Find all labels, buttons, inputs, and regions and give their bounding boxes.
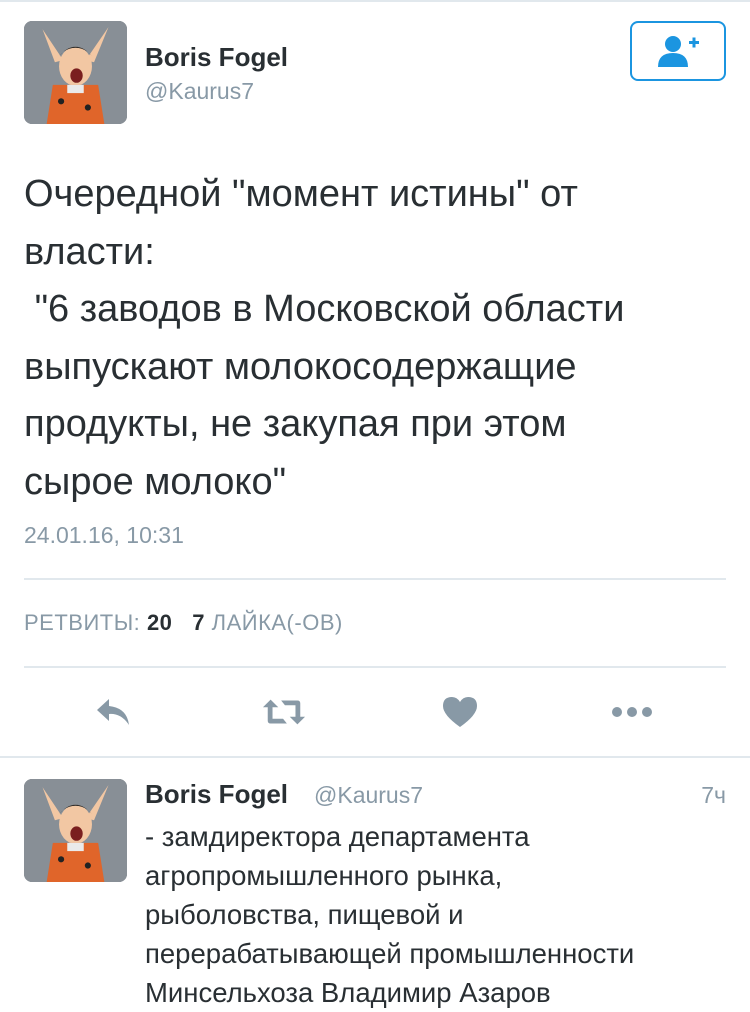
- tweet-stats: РЕТВИТЫ: 20 7 ЛАЙКА(-ОВ): [24, 610, 343, 636]
- heart-icon: [443, 697, 477, 727]
- retweet-button[interactable]: [262, 690, 306, 734]
- author-name[interactable]: Boris Fogel: [145, 42, 288, 73]
- more-button[interactable]: [610, 690, 654, 734]
- reply-author-handle[interactable]: @Kaurus7: [314, 782, 423, 809]
- likes-label[interactable]: ЛАЙКА(-ОВ): [212, 610, 343, 635]
- reply-author-avatar[interactable]: [24, 779, 127, 882]
- add-user-icon: [658, 36, 699, 67]
- tweet-timestamp: 24.01.16, 10:31: [24, 522, 184, 548]
- reply-icon: [97, 699, 129, 725]
- tweet-actions: [24, 690, 726, 734]
- retweets-count[interactable]: 20: [147, 610, 172, 635]
- avatar-image: [24, 779, 127, 882]
- reply-tweet[interactable]: Boris Fogel @Kaurus7 7ч - замдиректора д…: [24, 779, 726, 1012]
- more-icon: [612, 707, 652, 717]
- reply-button[interactable]: [92, 690, 136, 734]
- tweet-text: Очередной "момент истины" от власти: "6 …: [24, 173, 625, 503]
- reply-text: - замдиректора департамента агропромышле…: [145, 821, 635, 1008]
- author-avatar[interactable]: [24, 21, 127, 124]
- divider: [24, 578, 726, 580]
- avatar-image: [24, 21, 127, 124]
- author-handle[interactable]: @Kaurus7: [145, 78, 254, 105]
- retweet-icon: [262, 699, 306, 725]
- top-divider: [0, 0, 750, 2]
- likes-count[interactable]: 7: [192, 610, 205, 635]
- reply-time: 7ч: [701, 782, 726, 808]
- retweets-label[interactable]: РЕТВИТЫ:: [24, 610, 140, 635]
- follow-button[interactable]: [630, 21, 726, 81]
- divider: [24, 666, 726, 668]
- tweet-header: Boris Fogel @Kaurus7: [24, 21, 726, 125]
- reply-author-name[interactable]: Boris Fogel: [145, 779, 288, 810]
- like-button[interactable]: [438, 690, 482, 734]
- divider: [0, 756, 750, 758]
